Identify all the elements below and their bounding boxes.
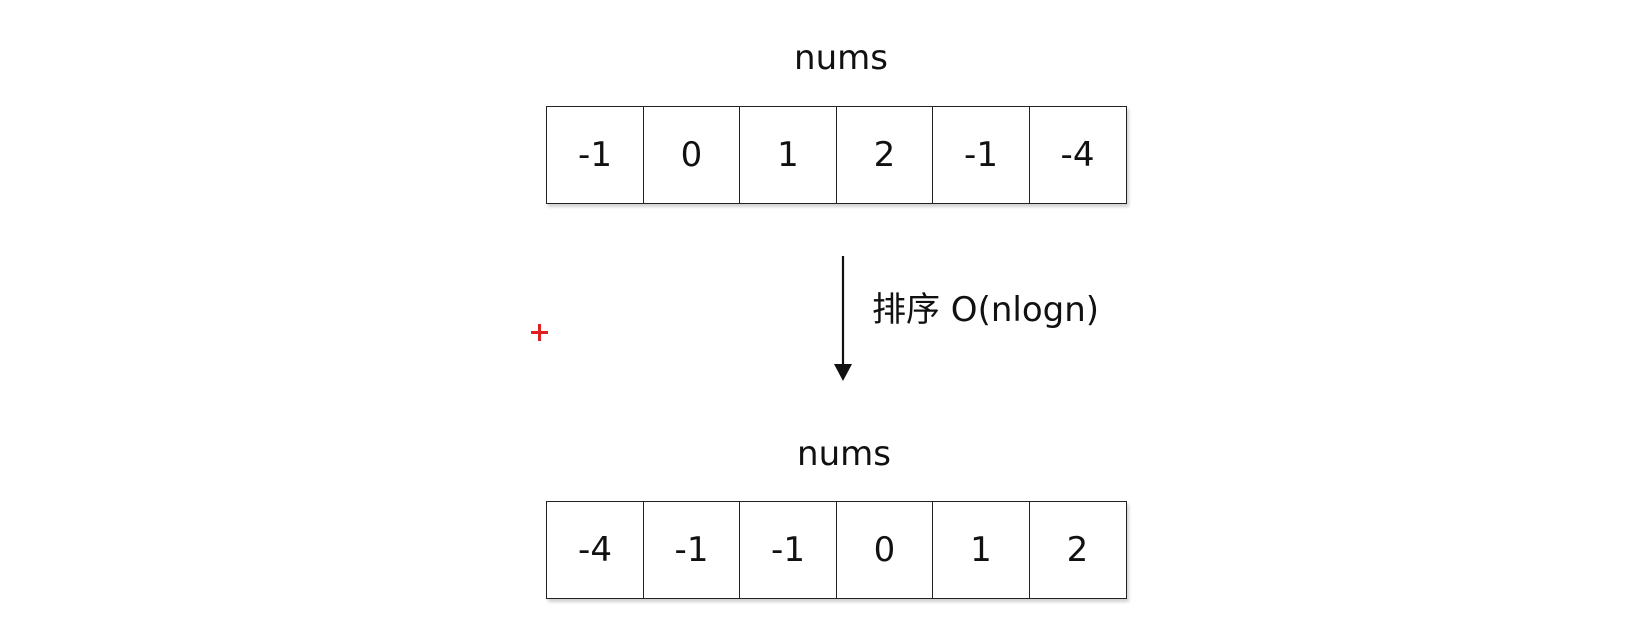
top-array-cell: -4 — [1028, 106, 1127, 204]
bottom-array-cell: 2 — [1028, 501, 1127, 599]
top-array: -1 0 1 2 -1 -4 — [546, 106, 1127, 204]
bottom-array-cell: 0 — [835, 501, 934, 599]
bottom-array-cell: -1 — [739, 501, 837, 599]
bottom-array-cell: -4 — [546, 501, 644, 599]
down-arrow-icon — [834, 256, 852, 381]
bottom-array-cell: 1 — [932, 501, 1030, 599]
sort-complexity-caption: 排序 O(nlogn) — [872, 290, 1100, 330]
bottom-array-cell: -1 — [642, 501, 741, 599]
red-plus-marker-icon — [529, 322, 549, 342]
top-array-cell: 0 — [642, 106, 741, 204]
top-array-cell: -1 — [932, 106, 1030, 204]
bottom-array: -4 -1 -1 0 1 2 — [546, 501, 1127, 599]
top-array-cell: 2 — [835, 106, 934, 204]
top-array-label: nums — [794, 38, 888, 78]
top-array-cell: 1 — [739, 106, 837, 204]
bottom-array-label: nums — [797, 434, 891, 474]
top-array-cell: -1 — [546, 106, 644, 204]
